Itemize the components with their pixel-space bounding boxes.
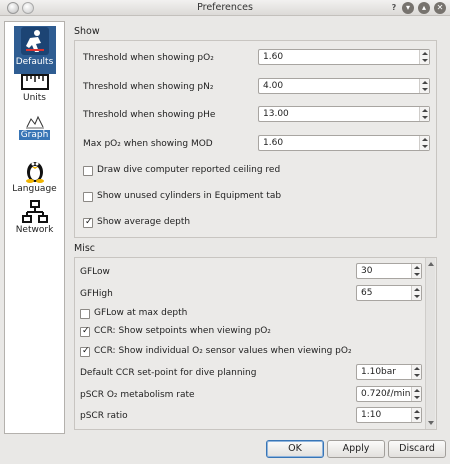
sidebar-item-label: Network xyxy=(15,225,54,235)
ccr-sensor-label: CCR: Show individual O₂ sensor values wh… xyxy=(94,346,352,356)
gfhigh-label: GFHigh xyxy=(80,289,113,299)
sidebar-item-label: Graph xyxy=(18,130,51,140)
gflow-max-depth-checkbox[interactable] xyxy=(80,309,90,319)
penguin-icon xyxy=(25,162,44,183)
window-title: Preferences xyxy=(197,2,253,13)
network-icon xyxy=(21,200,48,223)
show-unused-checkbox[interactable] xyxy=(83,192,93,202)
misc-group xyxy=(74,257,437,430)
gflow-max-depth-label: GFLow at max depth xyxy=(94,308,188,318)
help-icon[interactable]: ? xyxy=(388,2,400,14)
sidebar-item-graph[interactable]: Graph xyxy=(5,115,64,145)
pscr-ratio-spinbox[interactable]: 1:10 xyxy=(356,407,422,423)
ccr-sensor-checkbox[interactable] xyxy=(80,346,90,357)
max-po2-spinbox[interactable]: 1.60 xyxy=(258,135,430,151)
gflow-spinbox[interactable]: 30 xyxy=(356,263,422,279)
section-show-title: Show xyxy=(74,26,100,37)
show-avg-depth-label: Show average depth xyxy=(97,217,191,227)
threshold-po2-spinbox[interactable]: 1.60 xyxy=(258,49,430,65)
ccr-setpoint-spinbox[interactable]: 1.10bar xyxy=(356,364,422,380)
threshold-po2-label: Threshold when showing pO₂ xyxy=(83,53,214,63)
pscr-metabolism-spinbox[interactable]: 0.720ℓ/min xyxy=(356,386,422,402)
title-bar: Preferences ? ▾ ▴ ✕ xyxy=(0,0,450,16)
sidebar-item-label: Defaults xyxy=(15,57,54,67)
draw-ceiling-label: Draw dive computer reported ceiling red xyxy=(97,165,281,175)
discard-button[interactable]: Discard xyxy=(388,440,446,458)
ruler-icon xyxy=(20,74,49,90)
threshold-phe-label: Threshold when showing pHe xyxy=(83,110,216,120)
ok-button[interactable]: OK xyxy=(266,440,324,458)
pscr-ratio-label: pSCR ratio xyxy=(80,411,128,421)
ccr-setpoint-label: Default CCR set-point for dive planning xyxy=(80,368,257,378)
draw-ceiling-checkbox[interactable] xyxy=(83,166,93,176)
apply-button[interactable]: Apply xyxy=(327,440,385,458)
diver-icon xyxy=(20,27,49,55)
gflow-label: GFLow xyxy=(80,267,110,277)
scroll-up-icon[interactable] xyxy=(428,262,434,266)
threshold-pn2-label: Threshold when showing pN₂ xyxy=(83,82,214,92)
sidebar-item-label: Language xyxy=(12,184,57,194)
graph-icon xyxy=(25,115,44,129)
threshold-phe-spinbox[interactable]: 13.00 xyxy=(258,106,430,122)
threshold-pn2-spinbox[interactable]: 4.00 xyxy=(258,78,430,94)
show-avg-depth-checkbox[interactable] xyxy=(83,217,93,228)
pscr-metabolism-label: pSCR O₂ metabolism rate xyxy=(80,390,195,400)
close-button[interactable]: ✕ xyxy=(434,2,446,14)
minimize-button[interactable]: ▾ xyxy=(402,2,414,14)
max-po2-label: Max pO₂ when showing MOD xyxy=(83,139,213,149)
section-misc-title: Misc xyxy=(74,243,96,254)
sidebar-item-label: Units xyxy=(22,93,46,103)
scroll-down-icon[interactable] xyxy=(428,421,434,425)
sidebar-item-defaults[interactable]: Defaults xyxy=(5,24,64,74)
sidebar-item-network[interactable]: Network xyxy=(5,200,64,240)
sidebar: Defaults Units Graph Language Network xyxy=(4,21,65,434)
sidebar-item-language[interactable]: Language xyxy=(5,157,64,197)
show-unused-label: Show unused cylinders in Equipment tab xyxy=(97,191,282,201)
ccr-setpoints-label: CCR: Show setpoints when viewing pO₂ xyxy=(94,326,271,336)
ccr-setpoints-checkbox[interactable] xyxy=(80,326,90,337)
maximize-button[interactable]: ▴ xyxy=(418,2,430,14)
sidebar-item-units[interactable]: Units xyxy=(5,72,64,112)
gfhigh-spinbox[interactable]: 65 xyxy=(356,285,422,301)
misc-scrollbar[interactable] xyxy=(425,258,435,429)
